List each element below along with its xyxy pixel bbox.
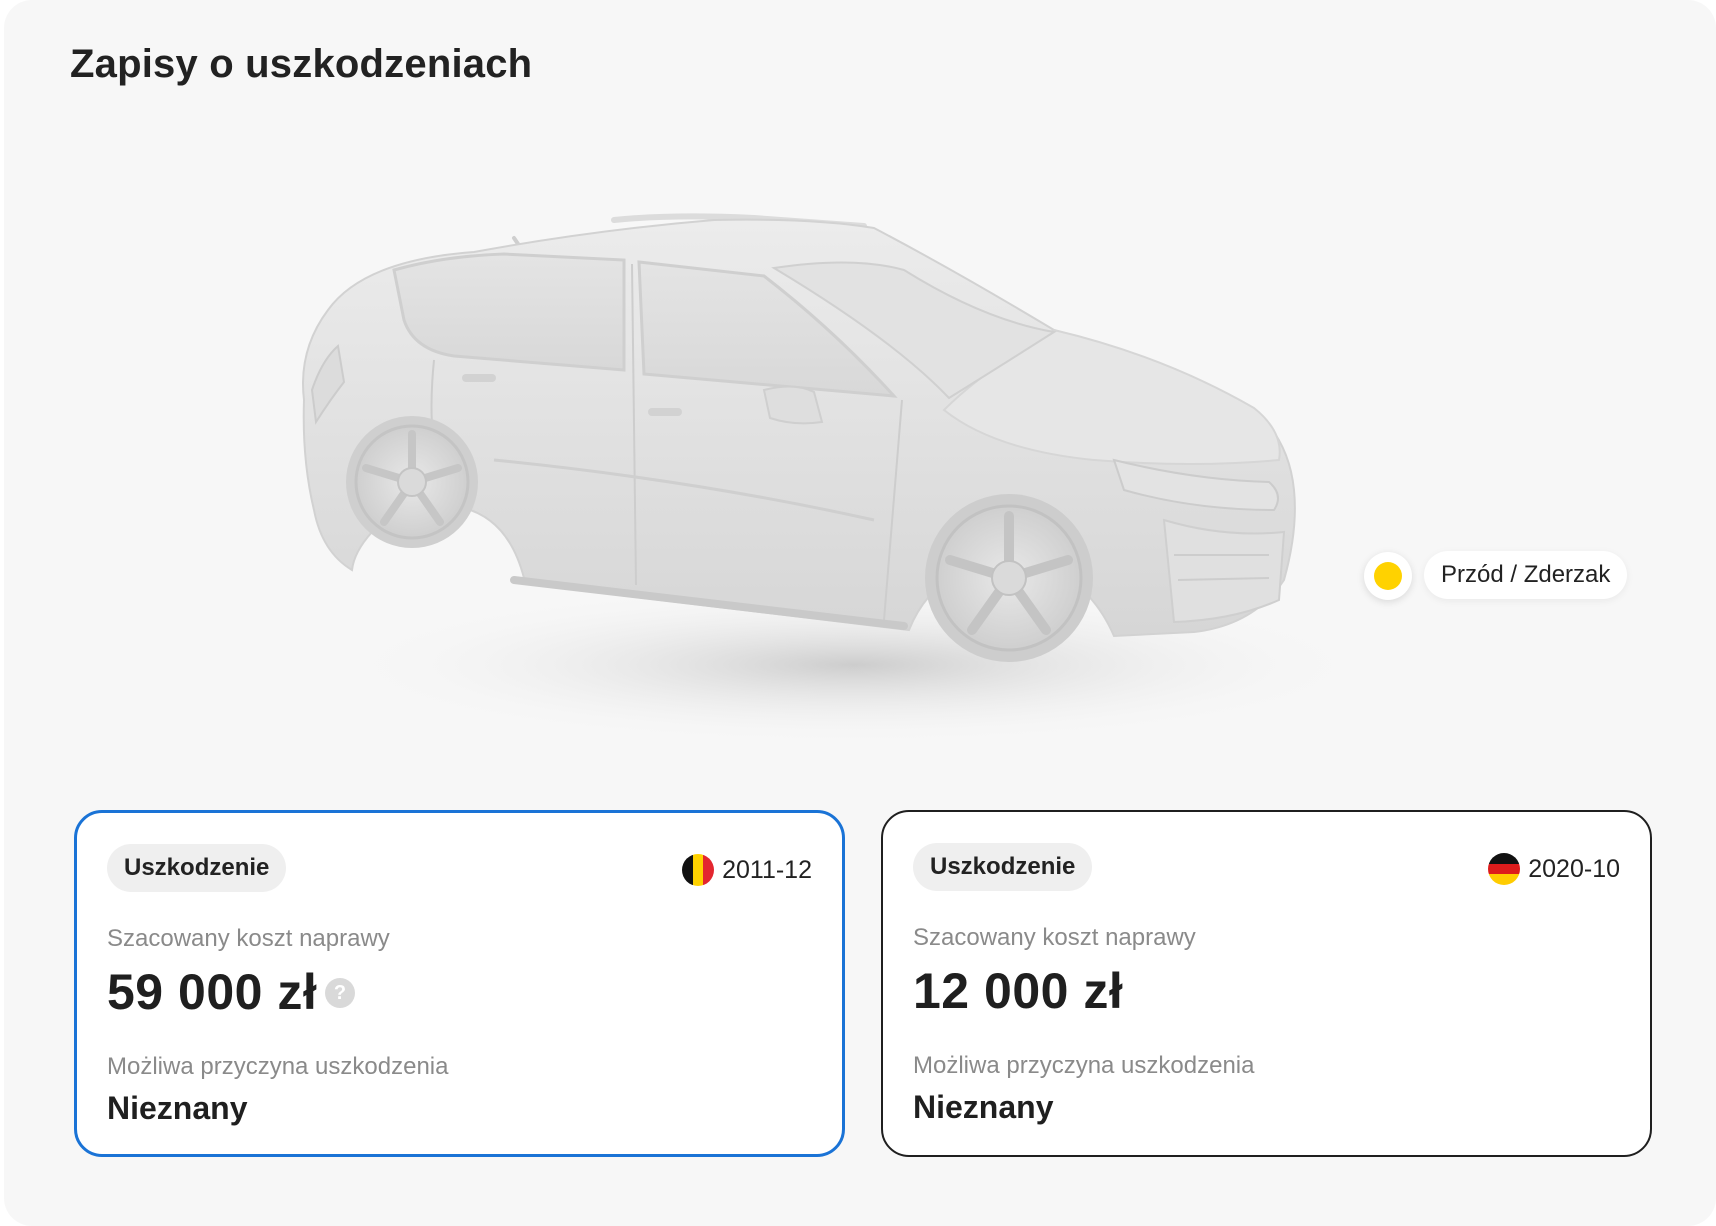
record-date-text: 2020-10 [1528, 854, 1620, 883]
repair-cost-value: 12 000 zł [913, 962, 1123, 1020]
repair-cost-label: Szacowany koszt naprawy [107, 925, 390, 952]
damage-cause-label: Możliwa przyczyna uszkodzenia [107, 1053, 449, 1080]
repair-cost-amount: 59 000 zł [107, 964, 318, 1020]
hotspot-label: Przód / Zderzak [1424, 551, 1628, 599]
car-illustration [294, 160, 1434, 760]
belgium-flag-icon [682, 854, 715, 886]
page-title: Zapisy o uszkodzeniach [70, 42, 533, 86]
damage-record-card-1[interactable]: Uszkodzenie 2011-12 Szacowany koszt napr… [74, 810, 845, 1157]
damage-cause-value: Nieznany [107, 1090, 248, 1126]
repair-cost-label: Szacowany koszt naprawy [913, 924, 1196, 951]
damage-badge: Uszkodzenie [913, 843, 1093, 891]
car-image [302, 213, 1374, 745]
damage-record-card-2[interactable]: Uszkodzenie 2020-10 Szacowany koszt napr… [881, 810, 1652, 1157]
damage-cause-value: Nieznany [913, 1089, 1054, 1125]
record-date: 2011-12 [682, 854, 812, 886]
record-date-text: 2011-12 [722, 855, 812, 884]
germany-flag-icon [1488, 853, 1521, 885]
record-date: 2020-10 [1488, 853, 1620, 885]
repair-cost-value: 59 000 zł ? [107, 963, 356, 1021]
question-mark-icon[interactable]: ? [325, 978, 356, 1008]
damage-records-panel: Zapisy o uszkodzeniach Przód / Zderzak U… [4, 0, 1716, 1226]
damage-cause-label: Możliwa przyczyna uszkodzenia [913, 1052, 1255, 1079]
damage-hotspot-front-bumper[interactable] [1364, 552, 1412, 600]
damage-badge: Uszkodzenie [107, 844, 287, 892]
repair-cost-amount: 12 000 zł [913, 963, 1124, 1019]
damage-marker-icon [1374, 562, 1402, 590]
